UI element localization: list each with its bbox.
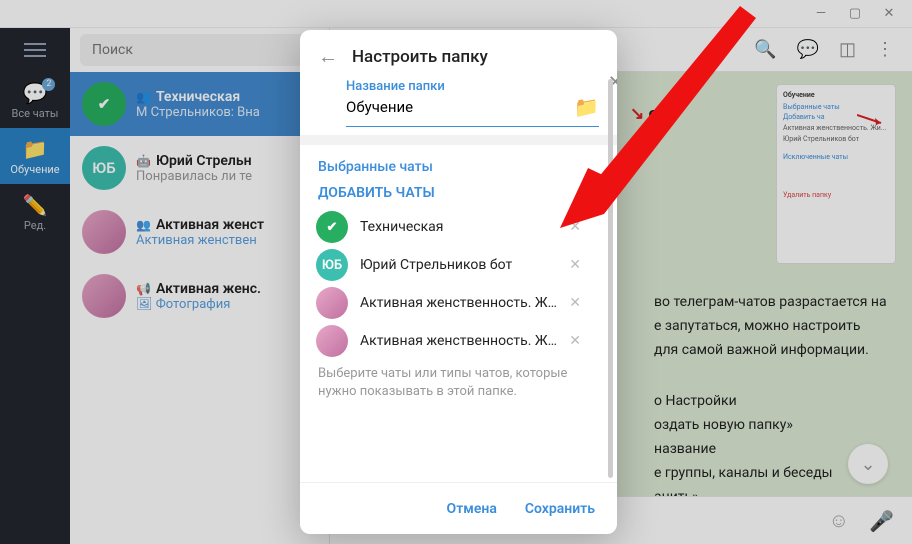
remove-icon[interactable]: ✕: [569, 333, 581, 349]
selected-chat-row[interactable]: Активная женственность. Жизн... ✕: [316, 325, 599, 357]
folder-settings-dialog: ← Настроить папку ✕ Название папки 📁 Выб…: [300, 30, 617, 534]
chat-name: Активная женственность. Жизн...: [360, 333, 557, 349]
dialog-body: Название папки 📁 Выбранные чаты ДОБАВИТЬ…: [300, 75, 617, 482]
selected-chat-row[interactable]: ЮБ Юрий Стрельников бот ✕: [316, 249, 599, 281]
selected-chat-row[interactable]: Активная женственность. Жизн... ✕: [316, 287, 599, 319]
hint-text: Выберите чаты или типы чатов, которые ну…: [318, 365, 599, 401]
cancel-button[interactable]: Отмена: [447, 501, 497, 517]
remove-icon[interactable]: ✕: [569, 257, 581, 273]
remove-icon[interactable]: ✕: [569, 295, 581, 311]
separator: [300, 135, 617, 145]
back-icon[interactable]: ←: [318, 44, 338, 69]
avatar: [316, 287, 348, 319]
folder-name-input[interactable]: [346, 94, 564, 120]
avatar: ЮБ: [316, 249, 348, 281]
section-label: Выбранные чаты: [318, 159, 599, 175]
avatar: ✔: [316, 211, 348, 243]
chat-name: Активная женственность. Жизн...: [360, 295, 557, 311]
selected-chat-row[interactable]: ✔ Техническая ✕: [316, 211, 599, 243]
folder-icon[interactable]: 📁: [574, 95, 599, 119]
field-label: Название папки: [346, 79, 599, 94]
dialog-footer: Отмена Сохранить: [300, 482, 617, 534]
remove-icon[interactable]: ✕: [569, 219, 581, 235]
scrollbar[interactable]: [608, 79, 613, 478]
save-button[interactable]: Сохранить: [525, 501, 595, 517]
avatar: [316, 325, 348, 357]
dialog-header: ← Настроить папку: [300, 30, 617, 75]
chat-name: Юрий Стрельников бот: [360, 257, 557, 273]
chat-name: Техническая: [360, 219, 557, 235]
dialog-title: Настроить папку: [352, 47, 599, 67]
add-chats-button[interactable]: ДОБАВИТЬ ЧАТЫ: [318, 185, 599, 201]
